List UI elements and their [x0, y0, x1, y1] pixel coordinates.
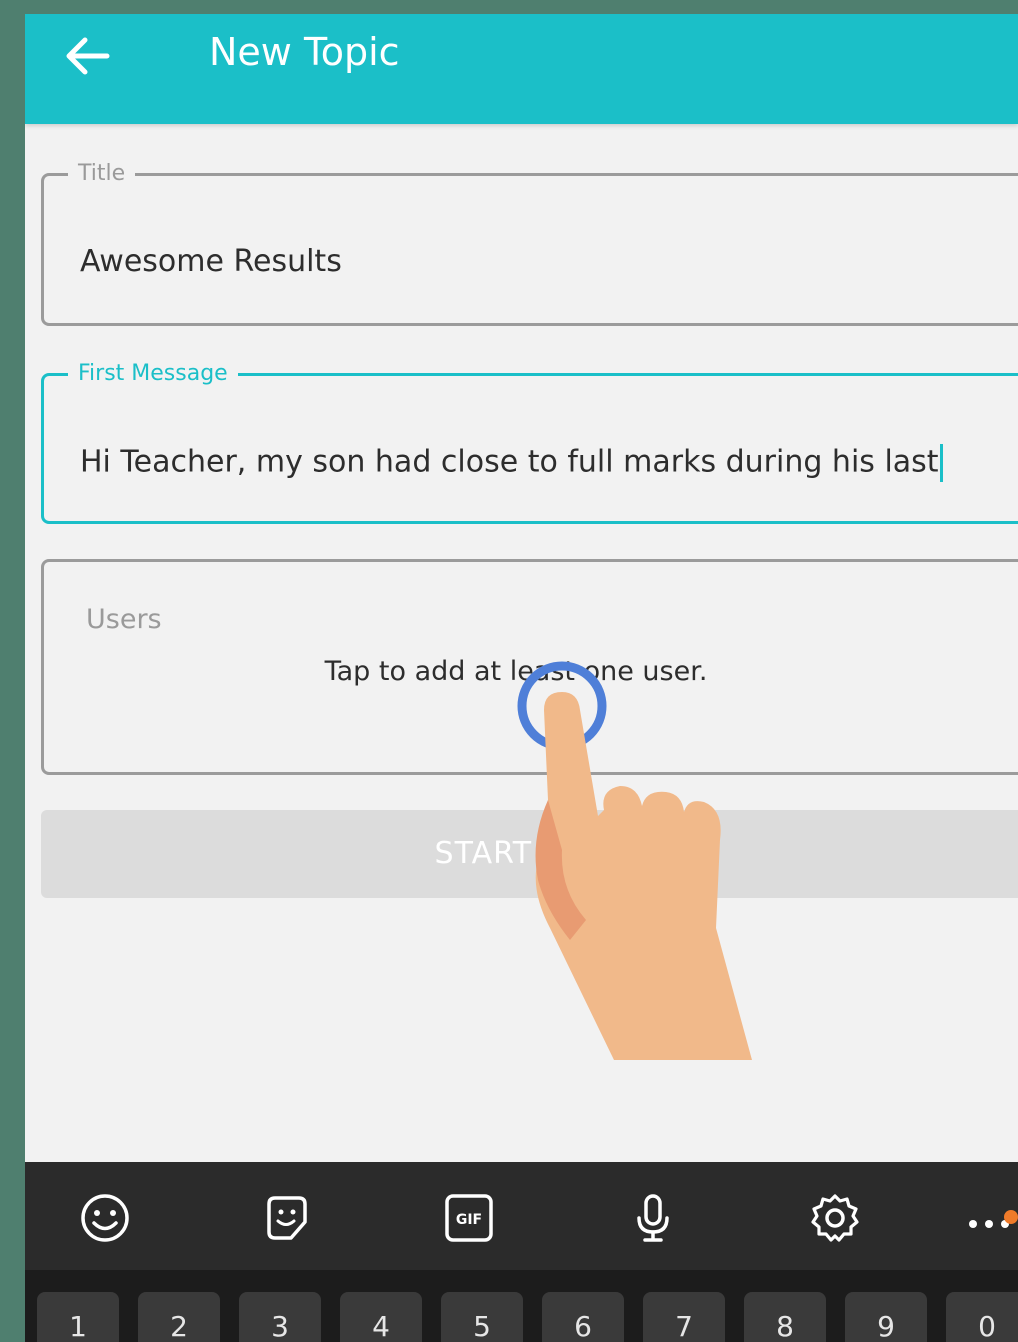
- key-2[interactable]: 2: [138, 1292, 220, 1342]
- key-5[interactable]: 5: [441, 1292, 523, 1342]
- keyboard-number-row: 1 2 3 4 5 6 7 8 9 0: [25, 1270, 1018, 1342]
- back-button[interactable]: [57, 26, 117, 86]
- title-field[interactable]: Title Awesome Results: [41, 162, 1018, 326]
- key-7[interactable]: 7: [643, 1292, 725, 1342]
- svg-text:GIF: GIF: [456, 1212, 482, 1228]
- key-9[interactable]: 9: [845, 1292, 927, 1342]
- key-3[interactable]: 3: [239, 1292, 321, 1342]
- key-8[interactable]: 8: [744, 1292, 826, 1342]
- first-message-field-label: First Message: [78, 361, 228, 386]
- key-6[interactable]: 6: [542, 1292, 624, 1342]
- key-4[interactable]: 4: [340, 1292, 422, 1342]
- keyboard-toolbar: GIF: [25, 1162, 1018, 1270]
- microphone-icon[interactable]: [625, 1190, 681, 1246]
- arrow-left-icon: [66, 37, 110, 75]
- settings-icon[interactable]: [807, 1190, 863, 1246]
- notification-dot: [1004, 1210, 1018, 1224]
- more-icon[interactable]: [965, 1190, 1018, 1246]
- key-1[interactable]: 1: [37, 1292, 119, 1342]
- gif-icon[interactable]: GIF: [441, 1190, 497, 1246]
- title-input[interactable]: Awesome Results: [80, 244, 342, 279]
- users-label: Users: [86, 604, 162, 635]
- first-message-input[interactable]: Hi Teacher, my son had close to full mar…: [80, 444, 943, 482]
- tap-hand-pointer-icon: [517, 661, 752, 1060]
- emoji-icon[interactable]: [77, 1190, 133, 1246]
- title-field-label: Title: [78, 161, 126, 186]
- first-message-text: Hi Teacher, my son had close to full mar…: [80, 444, 939, 480]
- text-caret: [939, 444, 943, 482]
- app-bar: New Topic: [25, 14, 1018, 124]
- key-0[interactable]: 0: [946, 1292, 1018, 1342]
- page-title: New Topic: [209, 30, 400, 74]
- first-message-field[interactable]: First Message Hi Teacher, my son had clo…: [41, 362, 1018, 524]
- sticker-icon[interactable]: [259, 1190, 315, 1246]
